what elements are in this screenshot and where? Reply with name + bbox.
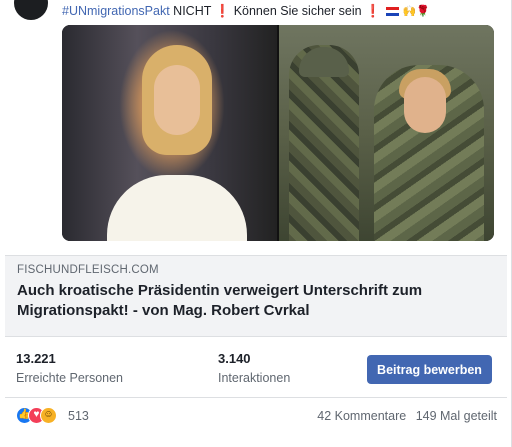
exclamation-icon: ❗ <box>214 4 231 18</box>
comments-count[interactable]: 42 Kommentare <box>317 409 406 423</box>
stat-reached: 13.221 Erreichte Personen <box>16 351 123 385</box>
avatar[interactable] <box>14 0 48 20</box>
post-card: #UNmigrationsPakt NICHT ❗ Können Sie sic… <box>0 0 512 447</box>
post-text-after: Können Sie sicher sein <box>233 4 362 18</box>
photo-left <box>62 25 277 241</box>
reaction-count: 513 <box>68 409 89 423</box>
link-title[interactable]: Auch kroatische Präsidentin verweigert U… <box>17 281 497 321</box>
photo-right <box>279 25 494 241</box>
post-photo[interactable] <box>62 25 494 241</box>
promote-post-button[interactable]: Beitrag bewerben <box>367 355 492 384</box>
reached-value: 13.221 <box>16 351 56 366</box>
emoji-icons: 🙌🌹 <box>402 5 430 18</box>
haha-icon: ☺ <box>40 407 57 424</box>
interactions-label: Interaktionen <box>218 371 291 385</box>
interactions-value: 3.140 <box>218 351 251 366</box>
link-domain: FISCHUNDFLEISCH.COM <box>17 264 159 276</box>
stat-interactions: 3.140 Interaktionen <box>218 351 290 385</box>
reached-label: Erreichte Personen <box>16 371 124 385</box>
post-text: #UNmigrationsPakt NICHT ❗ Können Sie sic… <box>62 3 430 20</box>
post-header: #UNmigrationsPakt NICHT ❗ Können Sie sic… <box>0 0 512 24</box>
croatia-flag-icon <box>386 7 400 17</box>
engagement-counts: 42 Kommentare 149 Mal geteilt <box>317 409 497 423</box>
hashtag-link[interactable]: #UNmigrationsPakt <box>62 4 170 18</box>
link-preview[interactable]: FISCHUNDFLEISCH.COM Auch kroatische Präs… <box>5 255 507 337</box>
divider <box>5 397 507 398</box>
exclamation-icon-2: ❗ <box>365 4 381 18</box>
shares-count[interactable]: 149 Mal geteilt <box>416 409 497 423</box>
post-text-before: NICHT <box>173 4 212 18</box>
